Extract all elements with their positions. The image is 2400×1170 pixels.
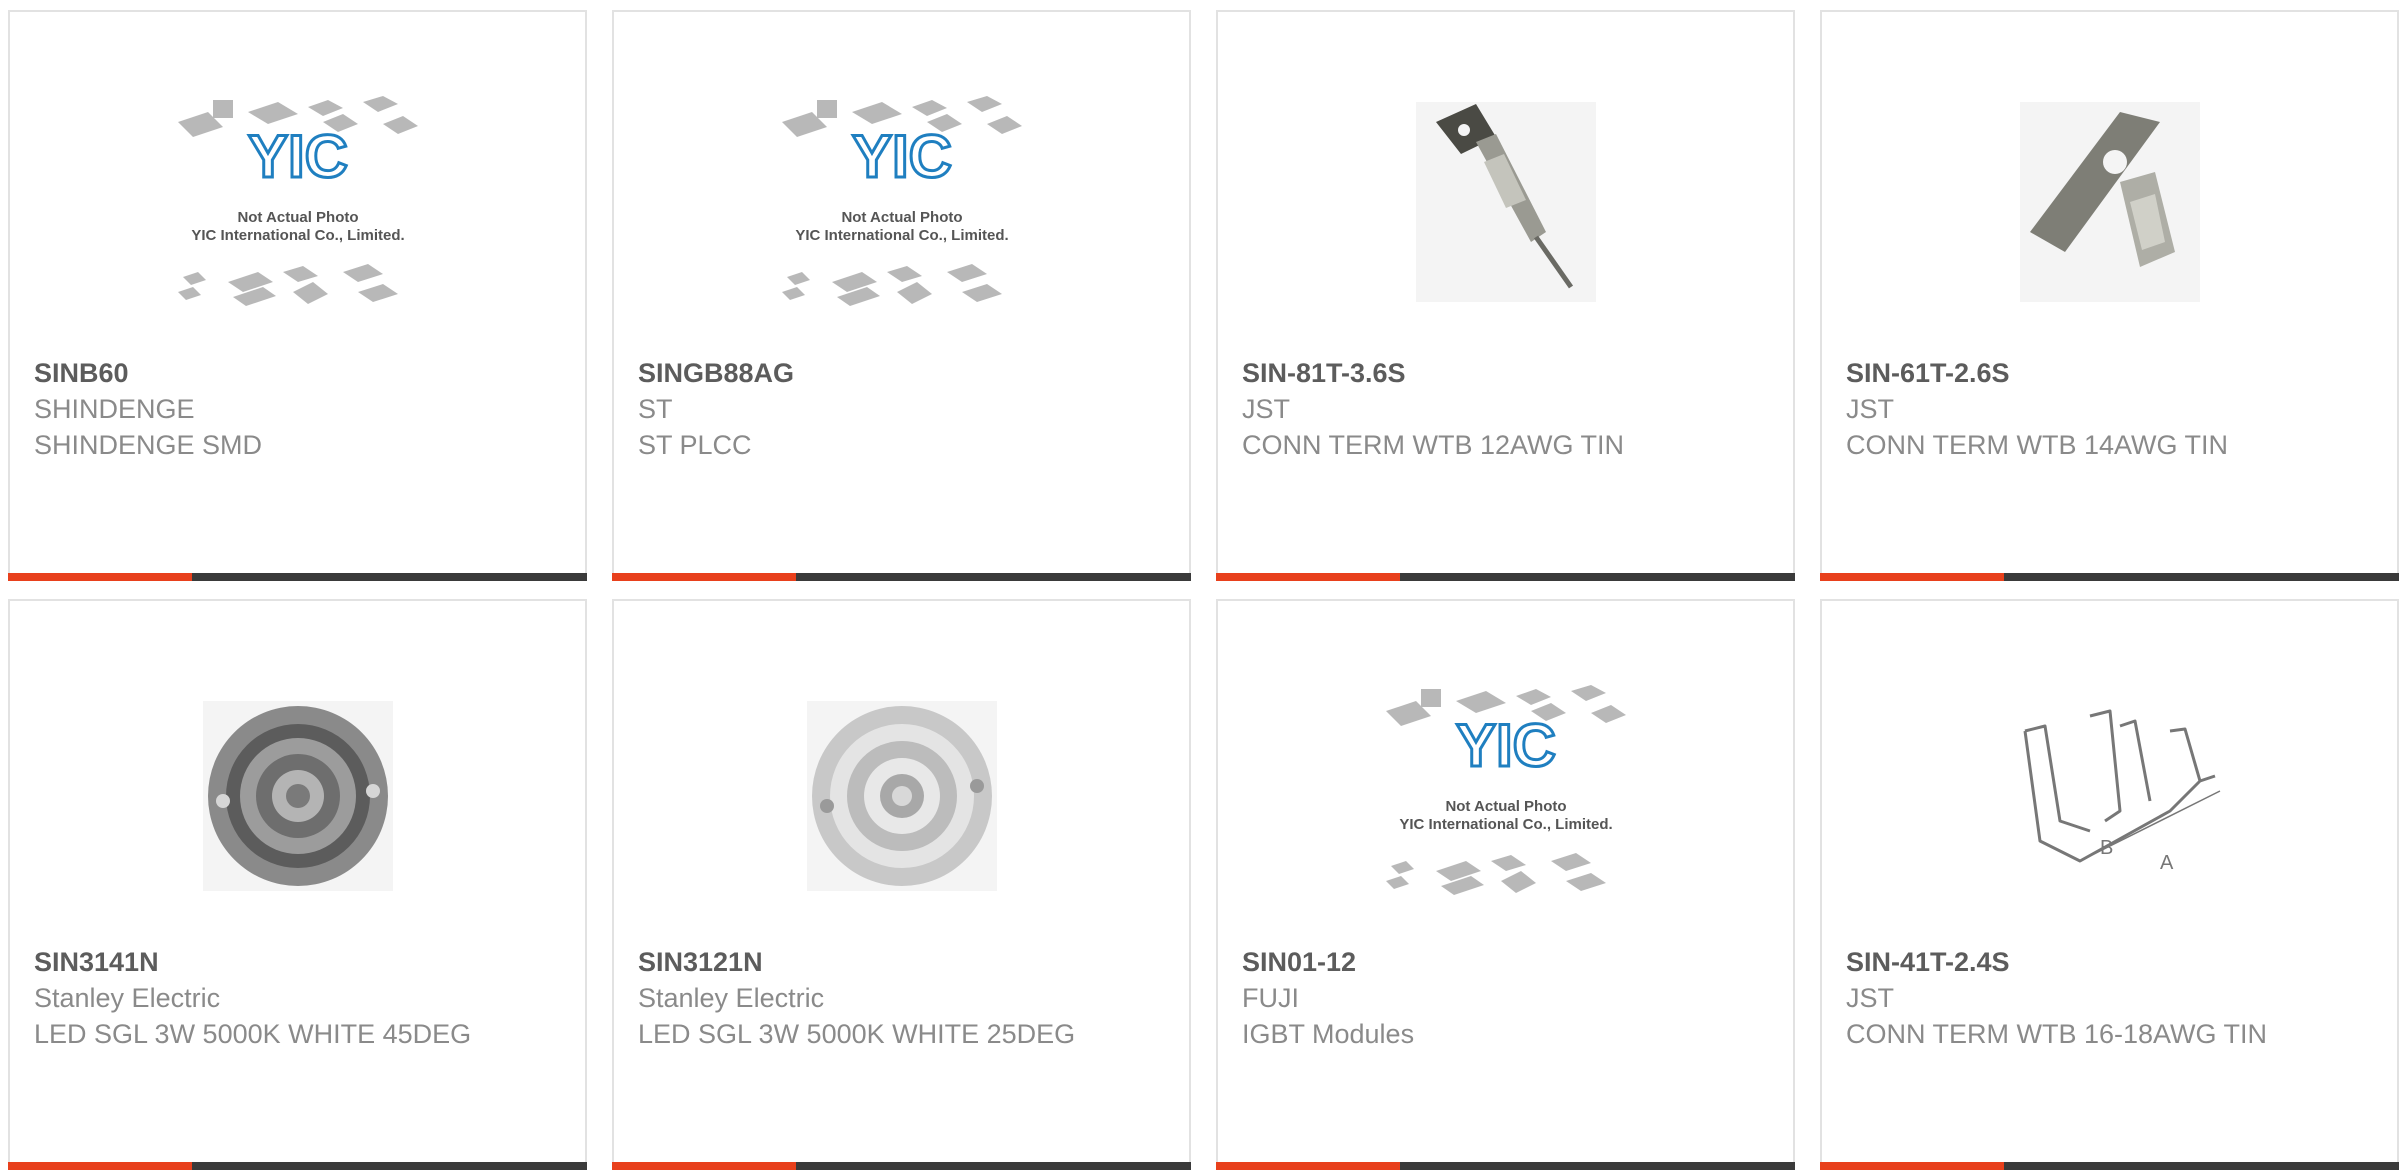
part-number[interactable]: SIN3121N [638, 944, 1165, 980]
dimension-label-b: B [2100, 837, 2113, 859]
part-number[interactable]: SIN-81T-3.6S [1242, 355, 1769, 391]
manufacturer: FUJI [1242, 983, 1299, 1013]
product-card[interactable]: SIN3141N Stanley Electric LED SGL 3W 500… [8, 599, 587, 1170]
description: LED SGL 3W 5000K WHITE 45DEG [34, 1019, 472, 1049]
terminal-diagram-image[interactable]: B A [1970, 671, 2250, 931]
card-bottom-bar [1820, 573, 2399, 581]
product-info: SIN01-12 FUJI IGBT Modules [1242, 944, 1769, 1052]
card-bottom-bar [612, 1162, 1191, 1170]
crimp-terminal-image[interactable] [1366, 82, 1646, 342]
manufacturer: JST [1846, 983, 1895, 1013]
card-accent-bar [612, 1162, 796, 1170]
part-number[interactable]: SINB60 [34, 355, 561, 391]
product-image-placeholder[interactable]: YIC Not Actual Photo YIC International C… [762, 82, 1042, 342]
product-grid: YIC Not Actual Photo YIC International C… [8, 10, 2399, 1170]
card-accent-bar [1820, 1162, 2004, 1170]
led-lens-image[interactable] [158, 671, 438, 931]
manufacturer: JST [1242, 394, 1291, 424]
part-number[interactable]: SIN01-12 [1242, 944, 1769, 980]
placeholder-line-2: YIC International Co., Limited. [795, 227, 1008, 244]
part-number[interactable]: SIN-61T-2.6S [1846, 355, 2373, 391]
led-lens-image[interactable] [762, 671, 1042, 931]
product-card[interactable]: YIC Not Actual Photo YIC International C… [1216, 599, 1795, 1170]
card-accent-bar [8, 1162, 192, 1170]
product-card[interactable]: B A SIN-41T-2.4S JST CONN TERM WTB 16-18… [1820, 599, 2399, 1170]
product-info: SINB60 SHINDENGE SHINDENGE SMD [34, 355, 561, 463]
card-bottom-bar [1216, 1162, 1795, 1170]
product-info: SIN3141N Stanley Electric LED SGL 3W 500… [34, 944, 561, 1052]
placeholder-line-2: YIC International Co., Limited. [1399, 816, 1612, 833]
placeholder-line-1: Not Actual Photo [237, 209, 358, 226]
manufacturer: JST [1846, 394, 1895, 424]
card-accent-bar [1820, 573, 2004, 581]
description: ST PLCC [638, 430, 752, 460]
product-info: SIN3121N Stanley Electric LED SGL 3W 500… [638, 944, 1165, 1052]
product-info: SIN-81T-3.6S JST CONN TERM WTB 12AWG TIN [1242, 355, 1769, 463]
product-info: SIN-41T-2.4S JST CONN TERM WTB 16-18AWG … [1846, 944, 2373, 1052]
card-accent-bar [1216, 1162, 1400, 1170]
part-number[interactable]: SIN3141N [34, 944, 561, 980]
description: LED SGL 3W 5000K WHITE 25DEG [638, 1019, 1076, 1049]
product-info: SINGB88AG ST ST PLCC [638, 355, 1165, 463]
crimp-terminal-image[interactable] [1970, 82, 2250, 342]
description: CONN TERM WTB 12AWG TIN [1242, 430, 1625, 460]
card-bottom-bar [8, 573, 587, 581]
card-bottom-bar [1216, 573, 1795, 581]
description: CONN TERM WTB 14AWG TIN [1846, 430, 2229, 460]
card-bottom-bar [1820, 1162, 2399, 1170]
product-info: SIN-61T-2.6S JST CONN TERM WTB 14AWG TIN [1846, 355, 2373, 463]
svg-text:YIC: YIC [1455, 712, 1555, 779]
manufacturer: Stanley Electric [638, 983, 825, 1013]
description: SHINDENGE SMD [34, 430, 263, 460]
card-accent-bar [1216, 573, 1400, 581]
product-image-placeholder[interactable]: YIC Not Actual Photo YIC International C… [1366, 671, 1646, 931]
part-number[interactable]: SIN-41T-2.4S [1846, 944, 2373, 980]
manufacturer: Stanley Electric [34, 983, 221, 1013]
dimension-label-a: A [2160, 852, 2174, 874]
part-number[interactable]: SINGB88AG [638, 355, 1165, 391]
product-card[interactable]: SIN3121N Stanley Electric LED SGL 3W 500… [612, 599, 1191, 1170]
product-card[interactable]: YIC Not Actual Photo YIC International C… [8, 10, 587, 581]
manufacturer: ST [638, 394, 673, 424]
svg-text:YIC: YIC [247, 123, 347, 190]
card-accent-bar [8, 573, 192, 581]
description: CONN TERM WTB 16-18AWG TIN [1846, 1019, 2268, 1049]
product-image-placeholder[interactable]: YIC Not Actual Photo YIC International C… [158, 82, 438, 342]
card-bottom-bar [8, 1162, 587, 1170]
description: IGBT Modules [1242, 1019, 1415, 1049]
product-card[interactable]: YIC Not Actual Photo YIC International C… [612, 10, 1191, 581]
card-accent-bar [612, 573, 796, 581]
placeholder-line-2: YIC International Co., Limited. [191, 227, 404, 244]
card-bottom-bar [612, 573, 1191, 581]
placeholder-line-1: Not Actual Photo [841, 209, 962, 226]
placeholder-line-1: Not Actual Photo [1445, 798, 1566, 815]
product-card[interactable]: SIN-81T-3.6S JST CONN TERM WTB 12AWG TIN [1216, 10, 1795, 581]
product-card[interactable]: SIN-61T-2.6S JST CONN TERM WTB 14AWG TIN [1820, 10, 2399, 581]
manufacturer: SHINDENGE [34, 394, 195, 424]
svg-text:YIC: YIC [851, 123, 951, 190]
